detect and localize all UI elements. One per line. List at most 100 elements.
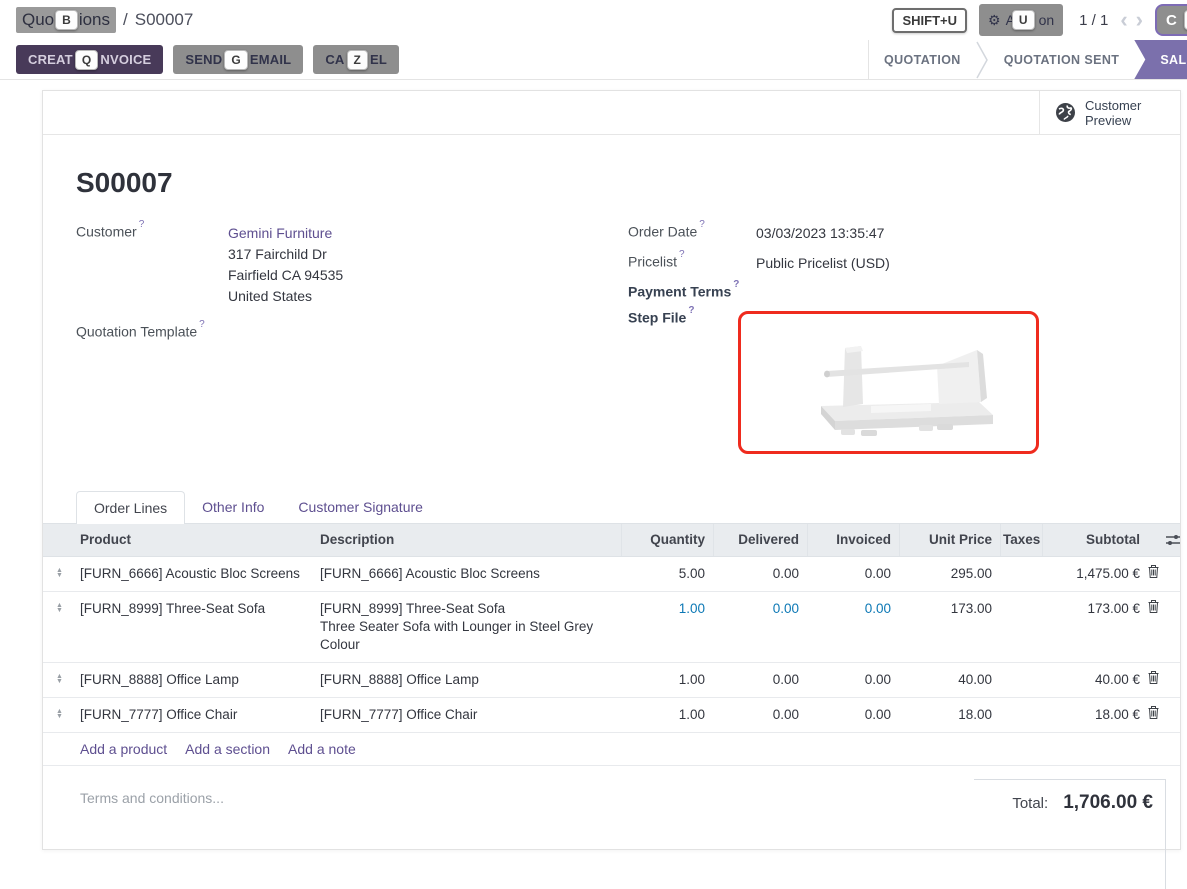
stage-sales-order-active[interactable]: SALES ORDER — [1134, 40, 1187, 79]
customer-field: Customer? Gemini Furniture 317 Fairchild… — [76, 223, 628, 307]
cell-unit-price[interactable]: 295.00 — [899, 565, 1000, 583]
optional-columns-icon[interactable] — [1164, 534, 1182, 546]
help-icon: ? — [699, 219, 705, 230]
help-icon: ? — [199, 319, 205, 330]
status-pipeline: QUOTATION QUOTATION SENT SALES ORDER — [868, 40, 1187, 79]
step-file-image[interactable] — [738, 311, 1039, 454]
cell-subtotal: 173.00 € — [1042, 600, 1142, 618]
table-row[interactable]: ▲▼ [FURN_8999] Three-Seat Sofa [FURN_899… — [43, 592, 1180, 663]
page-title: S00007 — [76, 167, 1147, 199]
drag-handle-icon[interactable]: ▲▼ — [56, 706, 63, 719]
terms-and-conditions-field[interactable]: Terms and conditions... — [80, 790, 224, 806]
customer-preview-button[interactable]: Customer Preview — [1039, 91, 1180, 134]
total-label: Total: — [1012, 795, 1048, 812]
breadcrumb-current: S00007 — [135, 10, 194, 30]
customer-preview-label: Customer Preview — [1085, 98, 1141, 128]
keyboard-hint-z: Z — [347, 50, 369, 70]
gear-icon: ⚙ — [988, 12, 1001, 29]
customer-address-line-3: United States — [228, 288, 312, 304]
edge-cutoff-button[interactable]: C — [1155, 4, 1187, 36]
send-email-button[interactable]: SENDGEMAIL — [173, 45, 303, 74]
drag-handle-icon[interactable]: ▲▼ — [56, 671, 63, 684]
pager-counter: 1 / 1 — [1079, 12, 1108, 29]
cell-subtotal: 40.00 € — [1042, 671, 1142, 689]
cancel-label-post: EL — [370, 52, 387, 67]
customer-address-line-2: Fairfield CA 94535 — [228, 267, 343, 283]
help-icon: ? — [679, 249, 685, 260]
cell-unit-price[interactable]: 173.00 — [899, 600, 1000, 618]
create-invoice-button[interactable]: CREATQNVOICE — [16, 45, 163, 74]
help-icon: ? — [688, 305, 694, 316]
pager-next-icon[interactable]: › — [1136, 9, 1143, 31]
add-a-product-link[interactable]: Add a product — [80, 741, 167, 757]
step-file-label: Step File? — [628, 309, 756, 454]
cell-description[interactable]: [FURN_8888] Office Lamp — [316, 671, 621, 689]
table-row[interactable]: ▲▼ [FURN_7777] Office Chair [FURN_7777] … — [43, 698, 1180, 733]
delete-row-icon[interactable] — [1142, 565, 1164, 578]
table-row[interactable]: ▲▼ [FURN_8888] Office Lamp [FURN_8888] O… — [43, 663, 1180, 698]
add-a-section-link[interactable]: Add a section — [185, 741, 270, 757]
cell-invoiced[interactable]: 0.00 — [807, 706, 899, 724]
drag-handle-icon[interactable]: ▲▼ — [56, 600, 63, 613]
breadcrumb-parent-quotations[interactable]: QuoBions — [16, 7, 116, 33]
cell-unit-price[interactable]: 18.00 — [899, 706, 1000, 724]
stage-quotation-sent[interactable]: QUOTATION SENT — [989, 40, 1135, 79]
cell-invoiced[interactable]: 0.00 — [807, 565, 899, 583]
delete-row-icon[interactable] — [1142, 600, 1164, 613]
breadcrumb: QuoBions / S00007 — [16, 7, 193, 33]
help-icon: ? — [139, 219, 145, 230]
cell-product[interactable]: [FURN_6666] Acoustic Bloc Screens — [76, 565, 316, 583]
cell-delivered[interactable]: 0.00 — [713, 565, 807, 583]
action-label-post: on — [1039, 12, 1055, 28]
keyboard-hint-b: B — [55, 10, 78, 30]
form-sheet: S00007 Customer? Gemini Furniture 317 Fa… — [43, 135, 1180, 889]
quotation-template-label: Quotation Template? — [76, 323, 228, 340]
customer-address-line-1: 317 Fairchild Dr — [228, 246, 327, 262]
cell-invoiced[interactable]: 0.00 — [807, 600, 899, 618]
tab-other-info[interactable]: Other Info — [185, 491, 281, 523]
cell-description[interactable]: [FURN_6666] Acoustic Bloc Screens — [316, 565, 621, 583]
cell-delivered[interactable]: 0.00 — [713, 706, 807, 724]
drag-handle-icon[interactable]: ▲▼ — [56, 565, 63, 578]
tab-order-lines[interactable]: Order Lines — [76, 491, 185, 524]
create-invoice-label-pre: CREAT — [28, 52, 73, 67]
cell-product[interactable]: [FURN_8888] Office Lamp — [76, 671, 316, 689]
cell-product[interactable]: [FURN_7777] Office Chair — [76, 706, 316, 724]
pager-previous-icon[interactable]: ‹ — [1120, 9, 1127, 31]
customer-label: Customer? — [76, 223, 228, 307]
action-menu-button[interactable]: ⚙ AUon — [979, 4, 1063, 36]
delete-row-icon[interactable] — [1142, 706, 1164, 719]
column-header-product: Product — [76, 532, 316, 547]
payment-terms-field[interactable]: Payment Terms? — [628, 283, 1147, 300]
pricelist-value[interactable]: Public Pricelist (USD) — [756, 253, 890, 274]
add-a-note-link[interactable]: Add a note — [288, 741, 356, 757]
column-header-invoiced: Invoiced — [807, 524, 899, 556]
order-date-value[interactable]: 03/03/2023 13:35:47 — [756, 223, 884, 244]
tab-customer-signature[interactable]: Customer Signature — [281, 491, 440, 523]
delete-row-icon[interactable] — [1142, 671, 1164, 684]
list-footer-links: Add a product Add a section Add a note — [43, 733, 1180, 766]
customer-link[interactable]: Gemini Furniture — [228, 225, 332, 241]
column-header-subtotal: Subtotal — [1042, 524, 1142, 556]
cell-delivered[interactable]: 0.00 — [713, 600, 807, 618]
payment-terms-label: Payment Terms? — [628, 283, 756, 300]
keyboard-hint-g: G — [224, 50, 248, 70]
cell-quantity[interactable]: 1.00 — [621, 671, 713, 689]
cell-delivered[interactable]: 0.00 — [713, 671, 807, 689]
cell-description[interactable]: [FURN_8999] Three-Seat Sofa Three Seater… — [316, 600, 621, 654]
cell-quantity[interactable]: 1.00 — [621, 706, 713, 724]
cell-quantity[interactable]: 1.00 — [621, 600, 713, 618]
cell-invoiced[interactable]: 0.00 — [807, 671, 899, 689]
cancel-button[interactable]: CAZEL — [313, 45, 399, 74]
cell-subtotal: 1,475.00 € — [1042, 565, 1142, 583]
quotation-template-field[interactable]: Quotation Template? — [76, 323, 628, 340]
left-field-column: Customer? Gemini Furniture 317 Fairchild… — [76, 223, 628, 463]
cell-quantity[interactable]: 5.00 — [621, 565, 713, 583]
table-row[interactable]: ▲▼ [FURN_6666] Acoustic Bloc Screens [FU… — [43, 557, 1180, 592]
stage-quotation[interactable]: QUOTATION — [869, 40, 976, 79]
cell-product[interactable]: [FURN_8999] Three-Seat Sofa — [76, 600, 316, 618]
cell-description[interactable]: [FURN_7777] Office Chair — [316, 706, 621, 724]
cell-unit-price[interactable]: 40.00 — [899, 671, 1000, 689]
edge-button-text: C — [1166, 12, 1177, 29]
column-header-delivered: Delivered — [713, 524, 807, 556]
